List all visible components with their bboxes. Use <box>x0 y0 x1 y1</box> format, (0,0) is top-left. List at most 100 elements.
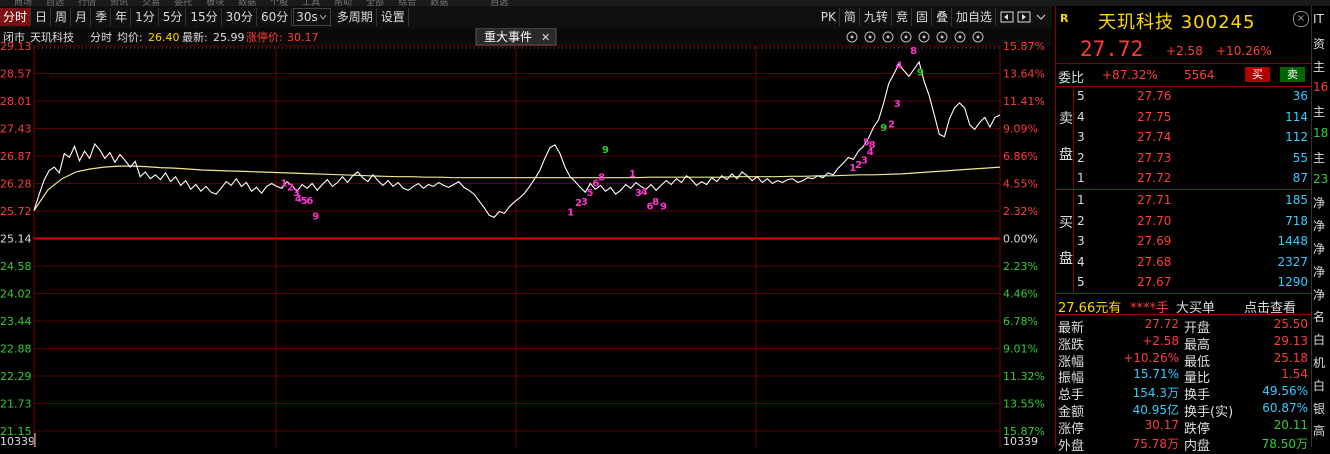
stat-value: +2.58 <box>1142 333 1179 348</box>
toolbar-button[interactable]: 叠 <box>933 8 952 26</box>
ask-row[interactable]: 4 27.75 114 <box>1073 107 1311 127</box>
td-sequential-marker: 8 <box>910 46 917 57</box>
period-button[interactable]: 季 <box>92 8 112 26</box>
arrow-left-bar-icon[interactable] <box>1000 10 1014 24</box>
intraday-chart[interactable]: 闭市 天玑科技 分时 均价: 26.40 最新: 25.99 涨停价: 30.17 重大事件 ✕ 29… <box>0 27 1052 448</box>
stat-row: 金额 40.95亿 换手(实) 60.87% <box>1056 400 1311 420</box>
stat-value: +10.26% <box>1123 350 1179 365</box>
pct-tick-label: 15.87% <box>1003 40 1045 53</box>
arrow-right-bar-icon[interactable] <box>1017 10 1031 24</box>
ask-price: 27.74 <box>1137 130 1172 145</box>
bid-side-label: 买 盘 <box>1056 190 1074 293</box>
side-info-text: 白 <box>1313 333 1326 348</box>
ask-row[interactable]: 1 27.72 87 <box>1073 168 1311 188</box>
ask-volume: 87 <box>1292 171 1308 186</box>
ask-price: 27.76 <box>1137 89 1172 103</box>
bid-row[interactable]: 1 27.71 185 <box>1073 190 1311 210</box>
period-button[interactable]: 年 <box>112 8 132 26</box>
price-tick-label: 24.02 <box>0 288 32 301</box>
ask-row[interactable]: 2 27.73 55 <box>1073 148 1311 168</box>
td-sequential-marker: 9 <box>917 68 924 79</box>
stat-value: 75.78万 <box>1132 436 1179 451</box>
chart-header-stock: 天玑科技 <box>30 30 74 44</box>
big-trade-bar[interactable]: 27.66元有 ****手 大买单 点击查看 <box>1056 294 1311 316</box>
stock-code: 300245 <box>1180 12 1256 33</box>
bid-row[interactable]: 3 27.69 1448 <box>1073 231 1311 251</box>
td-sequential-marker: 5 <box>587 188 594 199</box>
bid-row[interactable]: 4 27.68 2327 <box>1073 252 1311 272</box>
sell-button[interactable]: 卖 <box>1280 67 1305 82</box>
volume-label: 10339 <box>1003 435 1038 447</box>
bid-price: 27.70 <box>1137 213 1172 228</box>
price-tick-label: 29.13 <box>0 40 32 53</box>
period-button[interactable]: 周 <box>52 8 72 26</box>
buy-button[interactable]: 买 <box>1245 67 1270 82</box>
ask-level: 4 <box>1077 109 1085 124</box>
chevron-down-icon[interactable] <box>1034 10 1048 24</box>
weibi-row: 委比 +87.32% 5564 买 卖 <box>1056 63 1311 87</box>
bid-volume: 1290 <box>1277 275 1308 290</box>
ask-row[interactable]: 5 27.76 36 <box>1073 86 1311 106</box>
bid-level: 4 <box>1077 254 1085 269</box>
interval-select[interactable]: 30s <box>293 8 331 26</box>
period-button[interactable]: 1分 <box>132 8 159 26</box>
price-line: 27.72 +2.58 +10.26% <box>1056 36 1311 61</box>
toolbar-button[interactable]: 设置 <box>378 8 409 26</box>
stat-row: 总手 154.3万 换手 49.56% <box>1056 383 1311 403</box>
close-icon[interactable]: ✕ <box>541 31 550 44</box>
chart-header-avg-value: 26.40 <box>148 31 180 44</box>
toolbar-button[interactable]: 固 <box>913 8 932 26</box>
toolbar-button[interactable]: PK <box>818 8 840 26</box>
period-button[interactable]: 15分 <box>187 8 222 26</box>
price-tick-label: 22.88 <box>0 343 32 356</box>
ask-level: 3 <box>1077 130 1085 145</box>
period-button[interactable]: 分时 <box>0 8 32 26</box>
stat-value: 30.17 <box>1144 417 1179 432</box>
toolbar-button[interactable]: 加自选 <box>953 8 996 26</box>
ask-price: 27.72 <box>1137 171 1172 186</box>
ask-volume: 36 <box>1292 89 1308 103</box>
side-info-text: IT <box>1313 12 1324 26</box>
stat-row: 涨跌 +2.58 最高 29.13 <box>1056 333 1311 353</box>
period-button[interactable]: 60分 <box>258 8 293 26</box>
chart-header-avg-label: 均价: <box>117 31 143 44</box>
ask-row[interactable]: 3 27.74 112 <box>1073 127 1311 147</box>
price-tick-label: 26.28 <box>0 178 32 191</box>
chart-header-mode: 分时 <box>90 31 112 44</box>
stat-label: 内盘 <box>1184 438 1211 454</box>
side-info-text: 主 <box>1313 105 1326 120</box>
interval-value: 30s <box>296 10 318 24</box>
period-button[interactable]: 月 <box>72 8 92 26</box>
period-button[interactable]: 30分 <box>223 8 257 26</box>
bid-row[interactable]: 2 27.70 718 <box>1073 211 1311 231</box>
bid-level: 2 <box>1077 213 1085 228</box>
td-sequential-marker: 9 <box>602 145 609 156</box>
volume-label: 10339 <box>0 435 35 447</box>
bid-level: 5 <box>1077 275 1085 290</box>
period-button[interactable]: 日 <box>32 8 52 26</box>
click-view-link[interactable]: 点击查看 <box>1244 297 1296 316</box>
bid-price: 27.69 <box>1137 234 1172 249</box>
toolbar-button[interactable]: 九转 <box>861 8 892 26</box>
toolbar-button[interactable]: 竞 <box>893 8 912 26</box>
bid-row[interactable]: 5 27.67 1290 <box>1073 272 1311 292</box>
close-icon[interactable]: × <box>1293 11 1309 27</box>
chart-canvas[interactable]: 闭市 天玑科技 分时 均价: 26.40 最新: 25.99 涨停价: 30.17 重大事件 ✕29… <box>0 27 1052 448</box>
side-info-text: 主 <box>1313 150 1326 165</box>
side-info-text: 机 <box>1313 356 1326 370</box>
chart-header-latest-value: 25.99 <box>213 31 245 44</box>
bid-book: 买 盘 1 27.71 185 2 27.70 718 3 27.69 1448 4 27.68 23… <box>1056 190 1311 293</box>
bid-volume: 185 <box>1285 193 1308 207</box>
toolbar-button[interactable]: 简 <box>841 8 860 26</box>
price-tick-label: 21.73 <box>0 398 32 411</box>
stat-row: 最新 27.72 开盘 25.50 <box>1056 316 1311 336</box>
ask-level: 5 <box>1077 89 1085 103</box>
td-sequential-marker: 1 <box>629 169 636 180</box>
period-button[interactable]: 5分 <box>160 8 187 26</box>
pct-tick-label: 13.55% <box>1003 398 1045 411</box>
toolbar-button[interactable]: 多周期 <box>334 8 377 26</box>
chart-toolbar: 分时日周月季年 1分 5分 15分 30分 60分 30s 多周期 设置 PK 简九转竞固叠加… <box>0 6 1052 29</box>
stat-value: 49.56% <box>1262 384 1308 399</box>
stat-value: 25.50 <box>1273 317 1308 331</box>
price-change: +2.58 <box>1166 44 1203 58</box>
